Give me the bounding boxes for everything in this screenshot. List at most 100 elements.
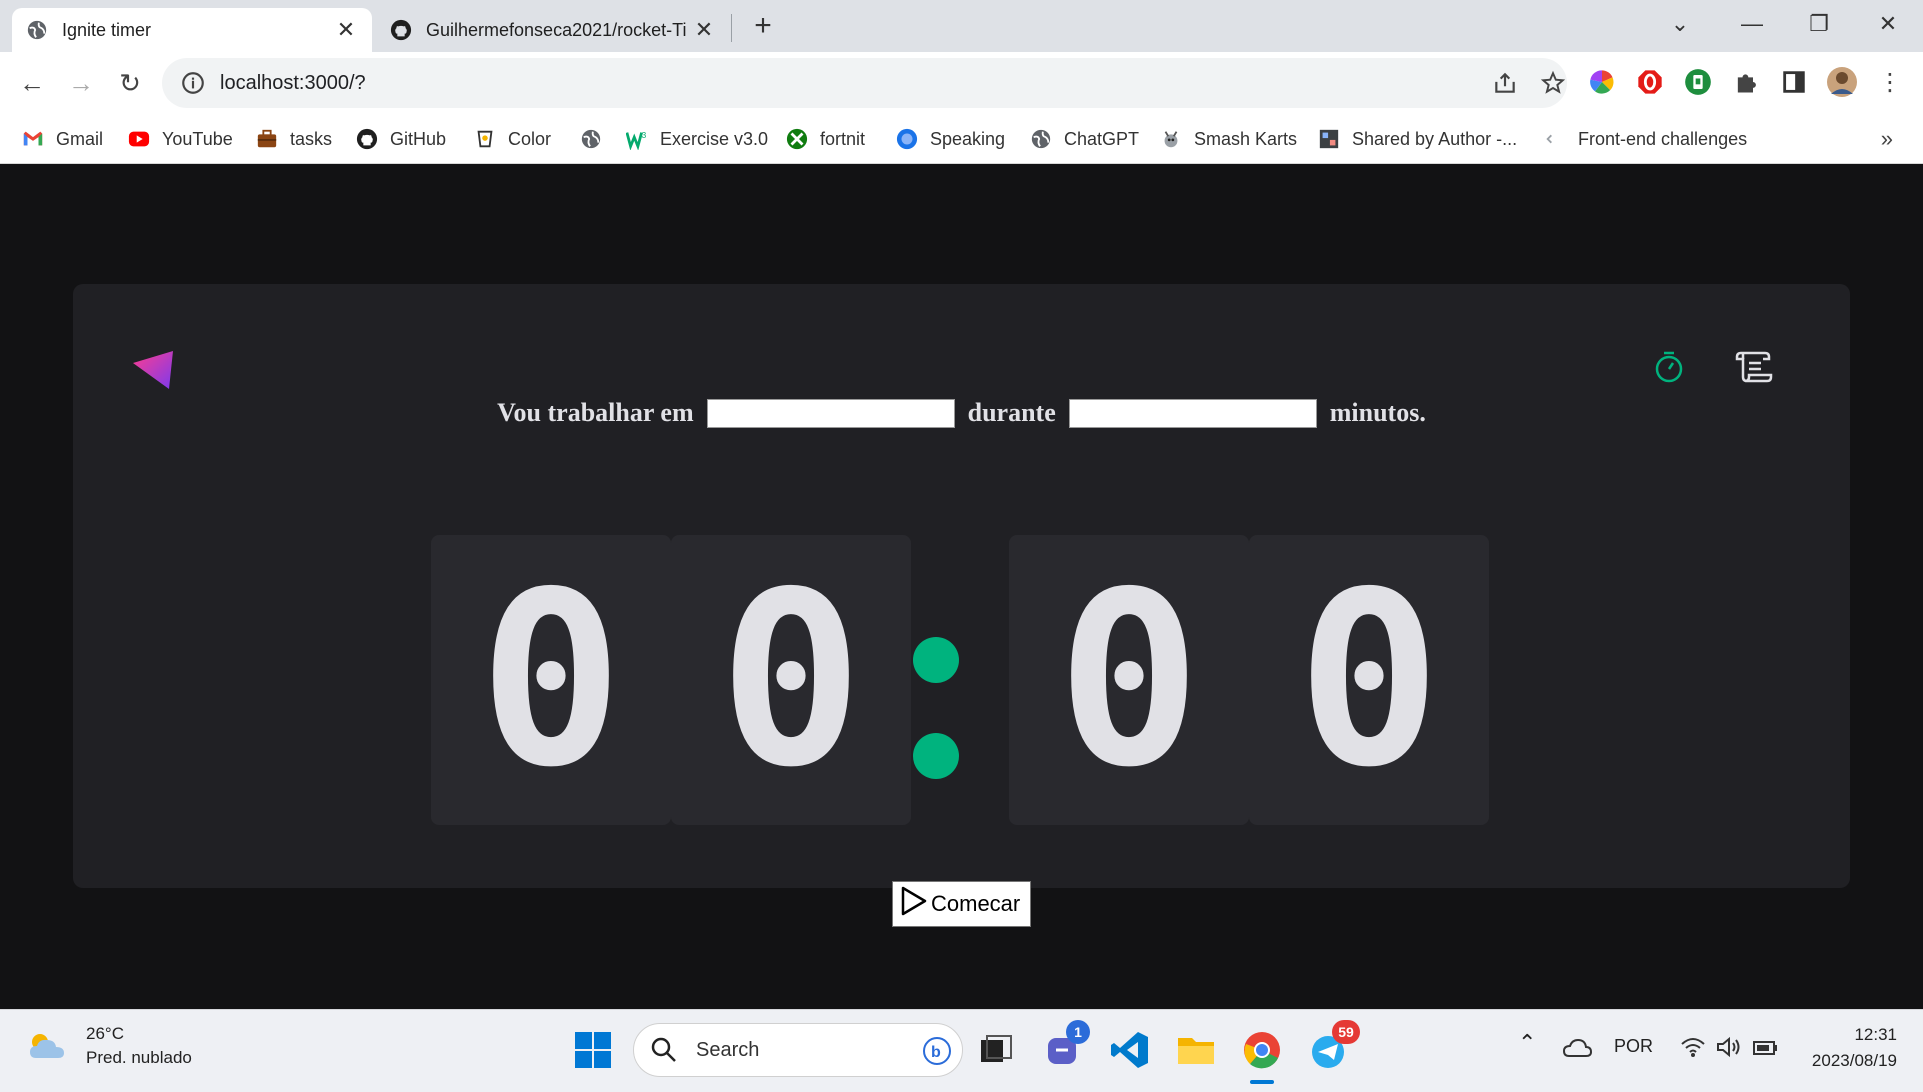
bookmark-smash-karts[interactable]: Smash Karts [1160,124,1297,154]
system-clock[interactable]: 12:31 2023/08/19 [1812,1022,1897,1074]
task-input[interactable] [706,398,955,428]
separator-dot-top [913,637,959,683]
bookmark-color[interactable]: Color [474,124,551,154]
w3-icon: 3 [626,131,647,150]
battery-icon[interactable] [1752,1036,1780,1058]
adblock-extension-icon[interactable] [1636,68,1664,96]
page-viewport: Vou trabalhar em durante minutos. 0 0 0 … [0,164,1923,1009]
profile-avatar[interactable] [1826,66,1858,98]
tab-github[interactable]: Guilhermefonseca2021/rocket-Ti ✕ [376,8,730,52]
taskbar-search-box[interactable]: Search b [633,1023,963,1077]
bookmark-github[interactable]: GitHub [356,124,446,154]
teams-notification-badge: 1 [1066,1020,1090,1044]
windows-taskbar: 26°C Pred. nublado Search b 1 59 ⌃ POR 1… [0,1009,1923,1092]
ignite-logo-icon [133,351,173,389]
volume-icon[interactable] [1716,1036,1742,1058]
bookmark-youtube[interactable]: YouTube [128,124,233,154]
chrome-icon[interactable] [1240,1028,1284,1072]
history-scroll-icon[interactable] [1735,349,1773,385]
forward-button[interactable]: → [63,65,99,101]
task-label: Vou trabalhar em [497,398,694,427]
input-language[interactable]: POR [1614,1036,1653,1057]
chrome-active-indicator [1250,1080,1274,1084]
github-icon [390,19,412,41]
globe-icon [27,20,47,40]
bing-icon[interactable]: b [922,1036,952,1066]
clock-date: 2023/08/19 [1811,1051,1897,1070]
telegram-notification-badge: 59 [1332,1020,1360,1044]
bookmark-label: YouTube [162,128,233,149]
bookmark-shared-by-author[interactable]: Shared by Author -... [1318,124,1517,154]
side-panel-icon[interactable] [1780,68,1808,96]
search-icon [651,1037,676,1062]
tab-title: Guilhermefonseca2021/rocket-Ti [426,19,687,40]
file-explorer-icon[interactable] [1174,1028,1218,1072]
timer-nav-icon[interactable] [1651,349,1687,385]
start-countdown-button[interactable]: Comecar [892,881,1031,927]
browser-menu-icon[interactable]: ⋮ [1872,65,1908,101]
xbox-icon [786,128,808,150]
globe-icon [581,129,601,149]
site-info-icon[interactable] [180,70,206,96]
cloudy-weather-icon [30,1034,64,1058]
bookmark-front-end-challenges[interactable]: Front-end challenges [1544,124,1747,154]
back-button[interactable]: ← [14,65,50,101]
tab-divider [731,14,732,42]
restore-button[interactable]: ❐ [1799,6,1839,42]
onedrive-cloud-icon[interactable] [1562,1036,1592,1058]
globe-icon [1031,129,1051,149]
bookmark-label: Shared by Author -... [1352,128,1518,149]
bookmark-speaking[interactable]: Speaking [896,124,1005,154]
timer-card: Vou trabalhar em durante minutos. 0 0 0 … [73,284,1850,888]
extensions-puzzle-icon[interactable] [1732,68,1760,96]
url-text: localhost:3000/? [220,71,366,94]
bookmark-exercise[interactable]: 3 Exercise v3.0 [626,124,768,154]
reload-button[interactable]: ↻ [112,65,148,101]
bookmark-chatgpt[interactable]: ChatGPT [1030,124,1139,154]
address-bar[interactable]: localhost:3000/? [162,58,1567,108]
tab-strip: Ignite timer ✕ Guilhermefonseca2021/rock… [0,0,1923,52]
bookmark-star-icon[interactable] [1540,70,1566,96]
green-extension-icon[interactable] [1684,68,1712,96]
share-icon[interactable] [1492,70,1518,96]
new-tab-button[interactable]: + [748,11,778,42]
search-placeholder: Search [696,1038,760,1061]
smash-karts-icon [1164,131,1178,148]
bookmark-fortnit[interactable]: fortnit [786,124,865,154]
tab-ignite-timer[interactable]: Ignite timer ✕ [12,8,372,52]
bookmark-label: GitHub [390,128,447,149]
minutes-amount-input[interactable] [1068,398,1317,428]
bookmark-globe[interactable] [580,124,614,154]
color-wheel-extension-icon[interactable] [1588,68,1616,96]
color-icon [477,130,493,148]
minutes-ones-digit: 0 [671,535,911,825]
tab-search-icon[interactable]: ⌄ [1660,6,1700,42]
show-hidden-icons-chevron-icon[interactable]: ⌃ [1518,1030,1536,1056]
bookmark-label: Speaking [930,128,1006,149]
countdown-display: 0 0 0 0 [431,535,1491,825]
bookmark-label: tasks [290,128,333,149]
weather-description: Pred. nublado [86,1048,192,1067]
duration-label: durante [967,398,1056,427]
weather-widget[interactable]: 26°C Pred. nublado [26,1022,192,1070]
close-window-button[interactable]: ✕ [1868,6,1908,42]
bookmark-label: Smash Karts [1194,128,1298,149]
vscode-icon[interactable] [1108,1028,1152,1072]
bookmark-label: ChatGPT [1064,128,1140,149]
more-bookmarks-icon[interactable]: » [1881,126,1893,152]
minimize-button[interactable]: — [1732,6,1772,42]
bookmark-tasks[interactable]: tasks [256,124,332,154]
bookmark-gmail[interactable]: Gmail [22,124,103,154]
task-view-icon[interactable] [975,1028,1019,1072]
bookmark-label: fortnit [820,128,866,149]
windows-start-icon[interactable] [575,1032,611,1068]
wifi-icon[interactable] [1680,1036,1706,1058]
svg-text:b: b [931,1044,941,1061]
minutes-label: minutos. [1329,398,1426,427]
weather-temperature: 26°C [86,1024,124,1043]
bookmark-label: Color [508,128,552,149]
close-tab-icon[interactable]: ✕ [692,17,716,43]
separator-dot-bottom [913,733,959,779]
speaking-icon [896,128,918,150]
close-tab-icon[interactable]: ✕ [334,17,358,43]
